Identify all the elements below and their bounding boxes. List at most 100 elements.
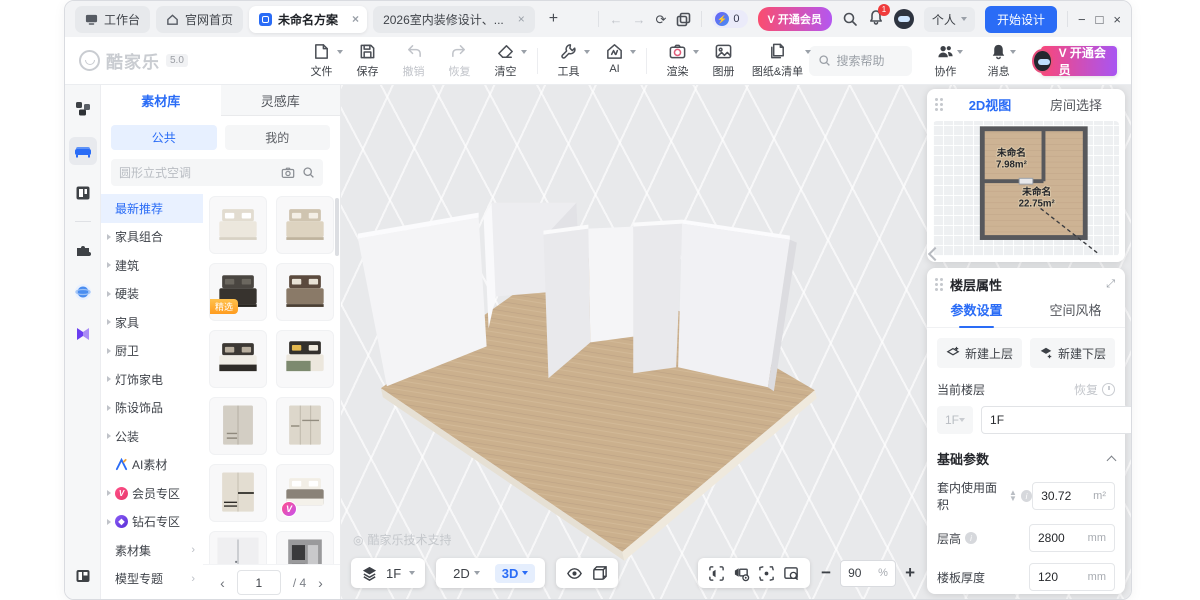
floor-selector[interactable]: 1F (351, 558, 425, 588)
thumbnail-bed[interactable] (276, 330, 334, 388)
thumbnail-bed-featured[interactable]: 精选 (209, 263, 267, 321)
tab-current-plan[interactable]: 未命名方案 × (249, 6, 367, 33)
start-design-button[interactable]: 开始设计 (985, 6, 1057, 33)
floor-name-input[interactable] (981, 406, 1131, 434)
tab-material-library[interactable]: 素材库 (101, 85, 221, 116)
height-value-box[interactable]: mm (1029, 524, 1115, 552)
category-item-hard-decor[interactable]: 硬装 (101, 280, 203, 309)
thumbnail-bed[interactable] (276, 196, 334, 254)
file-button[interactable]: 文件 (299, 42, 345, 79)
info-icon[interactable]: i (965, 532, 977, 544)
area-input[interactable] (1041, 489, 1081, 503)
rail-collapse-panel[interactable] (69, 562, 97, 590)
expand-panel-icon[interactable]: ⤢ (1106, 278, 1115, 291)
scope-mine-button[interactable]: 我的 (225, 125, 331, 150)
zoom-level-box[interactable]: % (840, 560, 896, 587)
library-search-input[interactable] (119, 166, 274, 180)
category-item-brand-hall[interactable]: 品牌馆› (101, 593, 203, 600)
tab-parameter-settings[interactable]: 参数设置 (927, 300, 1026, 327)
maximize-icon[interactable]: □ (1096, 12, 1104, 27)
slab-value-box[interactable]: mm (1029, 563, 1115, 591)
scrollbar-thumb[interactable] (335, 198, 339, 256)
floor-select-dropdown[interactable]: 1F (937, 406, 973, 434)
ai-button[interactable]: AI (592, 42, 638, 75)
thumbnail-bed[interactable] (276, 263, 334, 321)
new-tab-button[interactable]: + (541, 10, 566, 28)
image-search-camera-icon[interactable] (281, 166, 295, 180)
refresh-icon[interactable]: ⟳ (655, 13, 666, 26)
rail-blocks-tool[interactable] (69, 95, 97, 123)
tab-design-doc[interactable]: 2026室内装修设计、... × (373, 6, 535, 33)
library-search-box[interactable] (111, 159, 323, 186)
nav-back-icon[interactable]: ← (609, 13, 622, 26)
search-icon[interactable] (302, 166, 315, 179)
view-frame-icon[interactable] (708, 565, 725, 582)
mode-2d-button[interactable]: 2D (446, 564, 487, 583)
render-button[interactable]: 渲染 (655, 42, 701, 79)
collab-button[interactable]: 协作 (926, 42, 965, 79)
focus-center-icon[interactable] (758, 565, 775, 582)
camera-settings-icon[interactable] (733, 565, 750, 582)
info-icon[interactable]: i (1021, 490, 1032, 502)
height-input[interactable] (1038, 531, 1078, 545)
zoom-level-input[interactable] (848, 566, 872, 580)
help-search-box[interactable]: 搜索帮助 (809, 46, 912, 76)
redo-button[interactable]: 恢复 (437, 42, 483, 79)
tab-2d-view[interactable]: 2D视图 (951, 95, 1029, 114)
tools-button[interactable]: 工具 (546, 42, 592, 79)
tab-workbench[interactable]: 工作台 (75, 6, 150, 33)
undo-button[interactable]: 撤销 (391, 42, 437, 79)
category-item-diamond-zone[interactable]: ◆钻石专区 (101, 508, 203, 537)
message-button[interactable]: 消息 (979, 42, 1018, 79)
slab-input[interactable] (1038, 570, 1078, 584)
thumbnail-wardrobe[interactable] (276, 397, 334, 455)
cube-icon[interactable] (591, 565, 608, 582)
notifications-bell[interactable]: 1 (868, 9, 884, 30)
save-button[interactable]: 保存 (345, 42, 391, 79)
category-item-decor[interactable]: 陈设饰品 (101, 394, 203, 423)
assistant-avatar-icon[interactable] (894, 9, 914, 29)
category-item-ai-material[interactable]: AI素材 (101, 451, 203, 480)
rail-purple-tool[interactable] (69, 320, 97, 348)
category-item-commercial[interactable]: 公装 (101, 422, 203, 451)
clear-button[interactable]: 清空 (483, 42, 529, 79)
rail-plugins[interactable] (69, 236, 97, 264)
category-item-furniture-sets[interactable]: 家具组合 (101, 223, 203, 252)
zoom-region-icon[interactable] (783, 565, 800, 582)
new-lower-floor-button[interactable]: 新建下层 (1030, 338, 1115, 368)
profile-dropdown[interactable]: 个人 (924, 7, 975, 32)
zoom-in-button[interactable]: + (905, 563, 915, 583)
scope-public-button[interactable]: 公共 (111, 125, 217, 150)
search-icon[interactable] (842, 11, 858, 27)
prev-page-icon[interactable]: ‹ (220, 575, 225, 591)
collapse-chevron-icon[interactable] (1107, 455, 1117, 465)
drag-handle-icon[interactable] (935, 278, 943, 291)
vip-member-button[interactable]: V 开通会员 (1032, 46, 1117, 76)
thumbnail-cabinet[interactable] (276, 531, 334, 564)
credits-badge[interactable]: ⚡ 0 (712, 10, 747, 28)
category-item-member-zone[interactable]: V会员专区 (101, 479, 203, 508)
close-tab-icon[interactable]: × (352, 12, 359, 26)
close-icon[interactable]: × (1113, 12, 1121, 27)
tab-inspiration-library[interactable]: 灵感库 (221, 85, 341, 116)
thumbnail-wardrobe[interactable] (209, 464, 267, 522)
vip-upgrade-button[interactable]: V 开通会员 (758, 7, 832, 31)
thumbnail-door-featured[interactable]: 精选 (209, 531, 267, 564)
thumbnail-bed[interactable] (209, 196, 267, 254)
copy-icon[interactable] (676, 12, 691, 27)
category-item-material-sets[interactable]: 素材集› (101, 536, 203, 565)
thumbnail-wardrobe[interactable] (209, 397, 267, 455)
floorplan-minimap[interactable]: 未命名 7.98m² 未命名 22.75m² (933, 121, 1119, 256)
category-item-furniture[interactable]: 家具 (101, 308, 203, 337)
minimize-icon[interactable]: − (1078, 12, 1086, 27)
eye-icon[interactable] (566, 565, 583, 582)
sheets-button[interactable]: 图纸&清单 (747, 42, 809, 79)
album-button[interactable]: 图册 (701, 42, 747, 79)
area-value-box[interactable]: m² (1032, 482, 1115, 510)
zoom-out-button[interactable]: − (821, 563, 831, 583)
sort-arrows-icon[interactable]: ▲▼ (1009, 490, 1017, 501)
rail-sphere-tool[interactable] (69, 278, 97, 306)
tab-room-select[interactable]: 房间选择 (1037, 95, 1115, 114)
category-item-architecture[interactable]: 建筑 (101, 251, 203, 280)
category-item-kitchen-bath[interactable]: 厨卫 (101, 337, 203, 366)
